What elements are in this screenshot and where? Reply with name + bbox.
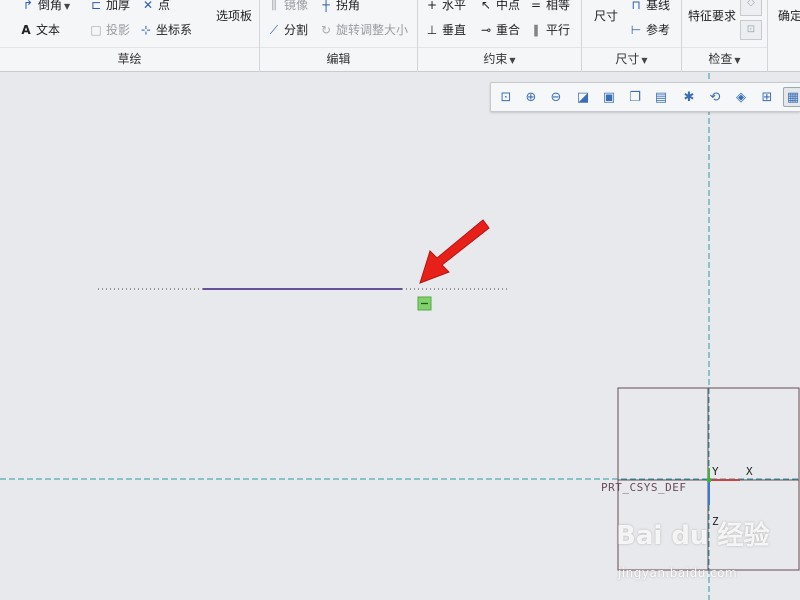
datum-display-icon[interactable]: ✱ <box>679 87 699 107</box>
point-button[interactable]: ✕ 点 <box>140 0 170 14</box>
baseline-button[interactable]: ⊓ 基线 <box>628 0 670 14</box>
view-toolbar: ⊡ ⊕ ⊖ ◪ ▣ ❐ ▤ ✱ ⟲ ◈ ⊞ ▦ <box>490 82 800 112</box>
corner-icon: ┼ <box>322 0 330 12</box>
saved-views-icon[interactable]: ❐ <box>625 87 645 107</box>
chevron-down-icon: ▼ <box>641 56 648 65</box>
thicken-button[interactable]: ⊏ 加厚 <box>88 0 130 14</box>
constrain-group-label[interactable]: 约束 ▼ <box>418 47 581 69</box>
spin-center-icon[interactable]: ◈ <box>731 87 751 107</box>
midpoint-button[interactable]: ↖ 中点 <box>478 0 520 14</box>
project-button[interactable]: □ 投影 <box>88 21 130 39</box>
x-axis-label: X <box>746 465 753 478</box>
ok-button[interactable]: 确定 <box>778 7 800 25</box>
ribbon: ↱ 倒角 ▼ ⊏ 加厚 ✕ 点 A 文本 □ 投影 ⊹ 坐标系 选项板 草绘 ⫼ 镜像 ┼ 拐角 … <box>0 0 800 72</box>
feature-requirements-button[interactable]: 特征要求 <box>688 7 736 25</box>
reference-button[interactable]: ⊢ 参考 <box>628 21 670 39</box>
csys-label[interactable]: PRT_CSYS_DEF <box>601 481 686 494</box>
fillet-icon: ↱ <box>22 0 34 12</box>
mirror-button[interactable]: ⫼ 镜像 <box>266 0 308 14</box>
baseline-icon: ⊓ <box>631 0 641 12</box>
text-icon: A <box>21 23 31 37</box>
reference-icon: ⊢ <box>630 23 642 37</box>
rotate-icon: ↻ <box>320 23 332 37</box>
zoom-in-icon[interactable]: ⊕ <box>521 87 541 107</box>
dimension-group: 尺寸 ⊓ 基线 ⊢ 参考 尺寸 ▼ <box>582 0 682 72</box>
rotate-resize-button[interactable]: ↻ 旋转调整大小 <box>318 21 408 39</box>
sketch-group: ↱ 倒角 ▼ ⊏ 加厚 ✕ 点 A 文本 □ 投影 ⊹ 坐标系 选项板 草绘 <box>0 0 260 72</box>
display-style-icon[interactable]: ▣ <box>599 87 619 107</box>
dimension-group-label[interactable]: 尺寸 ▼ <box>582 47 681 69</box>
3d-view-icon[interactable]: ⊞ <box>757 87 777 107</box>
horizontal-button[interactable]: + 水平 <box>424 0 466 14</box>
coincident-button[interactable]: ⊸ 重合 <box>478 21 520 39</box>
vertical-button[interactable]: ⊥ 垂直 <box>424 21 466 39</box>
csys-origin <box>706 477 712 483</box>
parallel-icon: ∥ <box>533 23 539 37</box>
divide-icon: ⟋ <box>269 23 279 37</box>
equal-icon: = <box>530 0 542 12</box>
edit-group: ⫼ 镜像 ┼ 拐角 ⟋ 分割 ↻ 旋转调整大小 编辑 <box>260 0 418 72</box>
perpendicular-icon: ⊥ <box>426 23 438 37</box>
chevron-down-icon: ▼ <box>509 56 516 65</box>
equal-button[interactable]: = 相等 <box>528 0 570 14</box>
sketch-display-icon[interactable]: ⟲ <box>705 87 725 107</box>
sketch-view-icon[interactable]: ▦ <box>783 87 800 107</box>
csys-button[interactable]: ⊹ 坐标系 <box>138 21 192 39</box>
csys-icon: ⊹ <box>140 23 152 37</box>
mirror-icon: ⫼ <box>271 0 277 12</box>
watermark-logo: Bai du 经验 <box>616 521 770 551</box>
chevron-down-icon: ▼ <box>64 2 71 11</box>
repaint-icon[interactable]: ◪ <box>573 87 593 107</box>
sketch-group-label: 草绘 <box>0 47 259 69</box>
fillet-button[interactable]: ↱ 倒角 ▼ <box>20 0 70 14</box>
dimension-button[interactable]: 尺寸 <box>594 7 618 25</box>
inspect-group: 特征要求 ◇ ⊡ 检查 ▼ <box>682 0 768 72</box>
view-orientation-icon[interactable]: ▤ <box>651 87 671 107</box>
thicken-icon: ⊏ <box>90 0 102 12</box>
palette-button[interactable]: 选项板 <box>216 7 252 25</box>
coincident-icon: ⊸ <box>480 23 492 37</box>
overlap-check-icon[interactable]: ◇ <box>740 0 762 16</box>
modify-button[interactable]: ┼ 拐角 <box>318 0 360 14</box>
y-axis-label: Y <box>712 465 719 478</box>
constrain-group: + 水平 ↖ 中点 = 相等 ⊥ 垂直 ⊸ 重合 ∥ 平行 约束 ▼ <box>418 0 582 72</box>
zoom-out-icon[interactable]: ⊖ <box>546 87 566 107</box>
point-icon: ✕ <box>142 0 154 12</box>
horizontal-icon: + <box>426 0 438 12</box>
open-ends-icon[interactable]: ⊡ <box>740 20 762 40</box>
text-button[interactable]: A 文本 <box>18 21 60 39</box>
annotation-arrow <box>419 219 490 284</box>
inspect-group-label[interactable]: 检查 ▼ <box>682 47 767 69</box>
watermark-url: jingyan.baidu.com <box>618 566 738 580</box>
refit-icon[interactable]: ⊡ <box>496 87 516 107</box>
divide-button[interactable]: ⟋ 分割 <box>266 21 308 39</box>
edit-group-label: 编辑 <box>260 47 417 69</box>
parallel-button[interactable]: ∥ 平行 <box>528 21 570 39</box>
midpoint-icon: ↖ <box>480 0 492 12</box>
chevron-down-icon: ▼ <box>734 56 741 65</box>
project-icon: □ <box>90 23 102 37</box>
